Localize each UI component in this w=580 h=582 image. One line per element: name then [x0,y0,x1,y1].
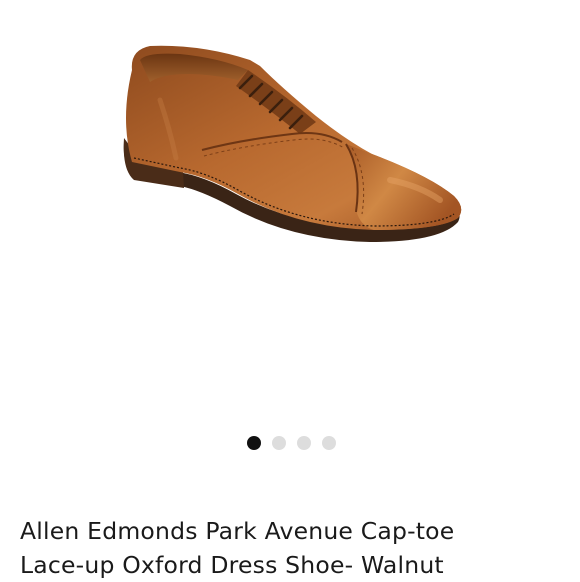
carousel-dots [0,436,580,450]
carousel-dot-1[interactable] [247,436,261,450]
shoe-cap-toe [346,144,462,230]
carousel-dot-3[interactable] [297,436,311,450]
product-photo [123,45,462,242]
product-title: Allen Edmonds Park Avenue Cap-toe Lace-up… [20,514,568,582]
carousel-dot-2[interactable] [272,436,286,450]
product-title-line1: Allen Edmonds Park Avenue Cap-toe [20,517,455,545]
product-image-area[interactable] [0,0,580,420]
carousel-dot-4[interactable] [322,436,336,450]
product-title-line2: Lace-up Oxford Dress Shoe- Walnut [20,551,444,579]
